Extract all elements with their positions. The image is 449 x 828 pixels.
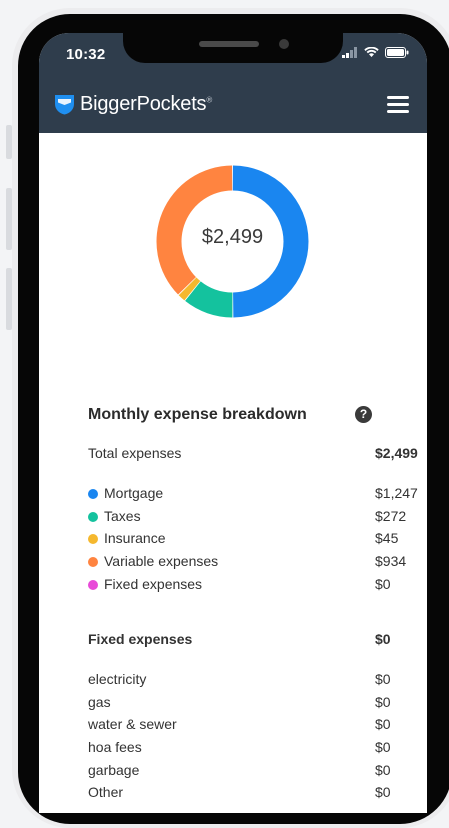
breakdown-item-value: $1,247 <box>375 485 418 501</box>
menu-bar <box>387 103 409 106</box>
battery-icon <box>385 47 409 58</box>
breakdown-item-mortgage: Mortgage $1,247 <box>88 485 427 505</box>
phone-screen: 10:32 BiggerPockets® $2,499 Monthly expe… <box>39 33 427 813</box>
app-header: BiggerPockets® <box>39 75 427 133</box>
total-expenses-label: Total expenses <box>88 445 182 461</box>
menu-bar <box>387 96 409 99</box>
total-expenses-row: Total expenses $2,499 <box>88 445 427 465</box>
fixed-item-hoa-fees: hoa fees $0 <box>88 739 427 759</box>
breakdown-item-label: Fixed expenses <box>104 576 203 592</box>
breakdown-item-value: $0 <box>375 576 391 592</box>
speaker-grille <box>199 41 259 47</box>
fixed-expenses-title: Fixed expenses <box>88 631 193 647</box>
fixed-item-value: $0 <box>375 671 391 687</box>
total-expenses-value: $2,499 <box>375 445 418 461</box>
breakdown-title: Monthly expense breakdown <box>88 406 307 423</box>
status-time: 10:32 <box>66 46 106 63</box>
fixed-expenses-header-row: Fixed expenses $0 <box>88 631 427 651</box>
legend-dot <box>88 534 98 544</box>
fixed-item-label: gas <box>88 694 111 710</box>
fixed-item-label: garbage <box>88 762 140 778</box>
trademark-mark: ® <box>206 95 213 105</box>
breakdown-item-label: Insurance <box>104 530 166 546</box>
breakdown-item-fixed-expenses: Fixed expenses $0 <box>88 576 427 596</box>
breakdown-item-taxes: Taxes $272 <box>88 508 427 528</box>
fixed-item-value: $0 <box>375 716 391 732</box>
fixed-item-label: hoa fees <box>88 739 142 755</box>
fixed-item-value: $0 <box>375 762 391 778</box>
breakdown-item-label: Taxes <box>104 508 141 524</box>
notch <box>123 33 343 63</box>
signal-icon <box>342 47 357 58</box>
legend-dot <box>88 580 98 590</box>
breakdown-item-value: $272 <box>375 508 407 524</box>
fixed-item-water-sewer: water & sewer $0 <box>88 716 427 736</box>
front-camera <box>279 39 289 49</box>
biggerpockets-logo-icon <box>55 95 74 115</box>
fixed-item-garbage: garbage $0 <box>88 762 427 782</box>
fixed-item-value: $0 <box>375 739 391 755</box>
breakdown-item-value: $934 <box>375 553 407 569</box>
legend-dot <box>88 489 98 499</box>
breakdown-item-label: Variable expenses <box>104 553 219 569</box>
hamburger-menu-button[interactable] <box>387 96 409 114</box>
breakdown-item-label: Mortgage <box>104 485 164 501</box>
fixed-item-gas: gas $0 <box>88 694 427 714</box>
status-bar: 10:32 <box>39 33 427 75</box>
breakdown-item-insurance: Insurance $45 <box>88 530 427 550</box>
breakdown-item-variable-expenses: Variable expenses $934 <box>88 553 427 573</box>
fixed-item-label: Other <box>88 784 124 800</box>
fixed-item-value: $0 <box>375 694 391 710</box>
breakdown-item-value: $45 <box>375 530 399 546</box>
fixed-item-label: electricity <box>88 671 147 687</box>
legend-dot <box>88 557 98 567</box>
fixed-item-electricity: electricity $0 <box>88 671 427 691</box>
fixed-expenses-total: $0 <box>375 631 391 647</box>
wifi-icon <box>364 47 379 57</box>
fixed-item-label: water & sewer <box>88 716 177 732</box>
expense-donut-chart: $2,499 <box>155 164 310 319</box>
menu-bar <box>387 110 409 113</box>
brand-name[interactable]: BiggerPockets® <box>80 93 212 116</box>
status-icons <box>342 47 409 58</box>
fixed-item-other: Other $0 <box>88 784 427 804</box>
help-icon[interactable]: ? <box>355 406 372 423</box>
donut-total: $2,499 <box>201 226 264 248</box>
fixed-item-value: $0 <box>375 784 391 800</box>
legend-dot <box>88 512 98 522</box>
